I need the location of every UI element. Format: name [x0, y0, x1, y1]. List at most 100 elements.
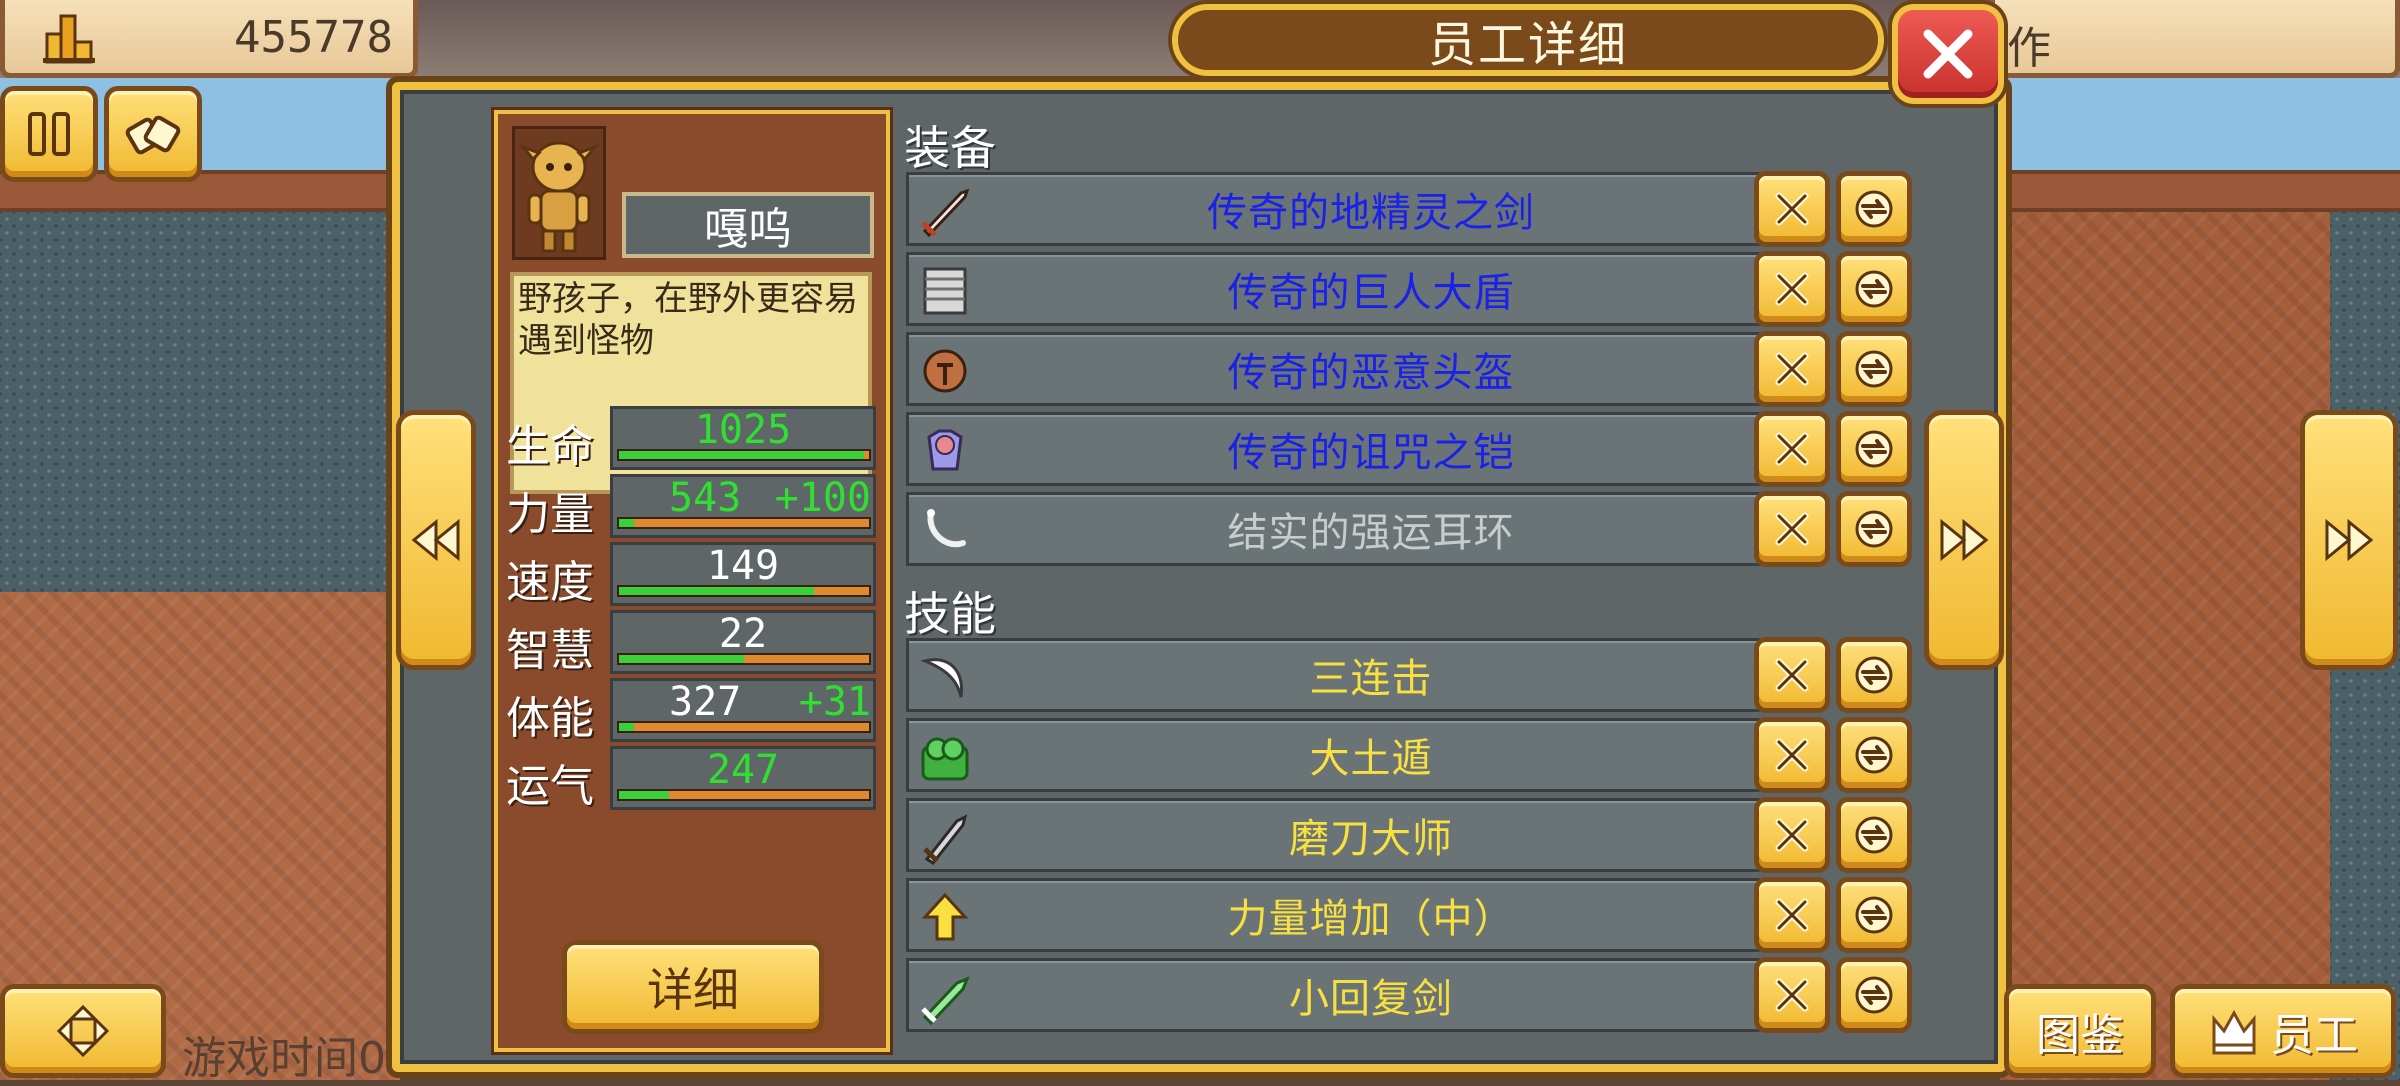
detail-button[interactable]: 详细 [562, 940, 824, 1034]
coins-amount: 455778 [234, 12, 393, 63]
top-right-bar: 作 [1990, 0, 2400, 78]
character-card: 嘎呜 野孩子，在野外更容易遇到怪物 生命 1025 力量 543 +100 速度 149 智慧… [494, 110, 890, 1052]
item-name: 大土遁 [1309, 736, 1433, 782]
stat-bonus: +31 [798, 679, 871, 725]
stat-row: 力量 543 +100 [506, 474, 886, 540]
cross-icon [1775, 818, 1809, 852]
encyclopedia-tab-label: 图鉴 [2036, 1010, 2124, 1061]
cards-icon [125, 115, 181, 155]
item-name: 传奇的诅咒之铠 [1227, 430, 1515, 476]
unequip-button[interactable] [1754, 877, 1830, 953]
dirt-ledge-right [2000, 170, 2400, 212]
skill-row[interactable]: 磨刀大师 [906, 798, 1760, 872]
coins-bar: 455778 [0, 0, 418, 78]
skill-row[interactable]: 力量增加（中） [906, 878, 1760, 952]
character-sprite-icon [518, 141, 600, 253]
triple-strike-icon [920, 658, 964, 698]
character-name-box: 嘎呜 [622, 192, 874, 258]
heal-sword-icon [921, 976, 970, 1025]
move-icon [56, 1004, 110, 1058]
swap-icon [1855, 350, 1893, 388]
cross-icon [1775, 898, 1809, 932]
encyclopedia-tab[interactable]: 图鉴 [2004, 984, 2156, 1078]
swap-button[interactable] [1836, 411, 1912, 487]
unequip-button[interactable] [1754, 957, 1830, 1033]
stat-label: 运气 [506, 761, 594, 812]
sword-icon [921, 188, 970, 238]
equipment-row[interactable]: 传奇的诅咒之铠 [906, 412, 1760, 486]
swap-icon [1855, 430, 1893, 468]
unequip-button[interactable] [1754, 331, 1830, 407]
stat-box: 22 [610, 610, 876, 674]
swap-button[interactable] [1836, 251, 1912, 327]
character-portrait [512, 126, 606, 260]
item-name: 结实的强运耳环 [1227, 510, 1515, 556]
swap-button[interactable] [1836, 877, 1912, 953]
unequip-button[interactable] [1754, 637, 1830, 713]
unequip-button[interactable] [1754, 411, 1830, 487]
speed-button[interactable] [104, 86, 202, 182]
stat-box: 247 [610, 746, 876, 810]
skill-row[interactable]: 三连击 [906, 638, 1760, 712]
item-name: 三连击 [1309, 656, 1433, 702]
swap-button[interactable] [1836, 637, 1912, 713]
skill-row[interactable]: 大土遁 [906, 718, 1760, 792]
stat-value: 1025 [694, 407, 792, 453]
armor-icon [927, 429, 963, 471]
stat-value: 149 [706, 543, 780, 589]
equipment-title: 装备 [904, 121, 996, 175]
cross-icon [1775, 352, 1809, 386]
double-right-arrow-icon [2325, 518, 2374, 562]
previous-employee-button[interactable] [396, 410, 476, 670]
unequip-button[interactable] [1754, 251, 1830, 327]
swap-button[interactable] [1836, 957, 1912, 1033]
stat-bar-fill [619, 519, 634, 527]
unequip-button[interactable] [1754, 797, 1830, 873]
top-right-label: 作 [2007, 23, 2051, 74]
map-button[interactable] [0, 984, 166, 1078]
skill-row[interactable]: 小回复剑 [906, 958, 1760, 1032]
item-name: 传奇的恶意头盔 [1227, 350, 1515, 396]
stat-bar [617, 721, 871, 733]
equipment-row[interactable]: 结实的强运耳环 [906, 492, 1760, 566]
equipment-row[interactable]: 传奇的恶意头盔 [906, 332, 1760, 406]
next-employee-button[interactable] [1924, 410, 2004, 670]
stat-bar-fill [619, 587, 814, 595]
pause-button[interactable] [0, 86, 98, 182]
stat-value: 247 [706, 747, 780, 793]
cross-icon [1775, 658, 1809, 692]
stat-bar [617, 517, 871, 529]
unequip-button[interactable] [1754, 171, 1830, 247]
swap-button[interactable] [1836, 717, 1912, 793]
swap-button[interactable] [1836, 797, 1912, 873]
dialog-title: 员工详细 [1172, 4, 1884, 76]
swap-button[interactable] [1836, 491, 1912, 567]
stat-row: 智慧 22 [506, 610, 886, 676]
stat-bonus: +100 [774, 475, 871, 521]
swap-button[interactable] [1836, 171, 1912, 247]
staff-tab[interactable]: 员工 [2170, 984, 2396, 1078]
double-left-arrow-icon [411, 518, 460, 562]
close-button[interactable] [1892, 4, 2004, 104]
stat-bar [617, 585, 871, 597]
stat-bar-fill [619, 723, 634, 731]
swap-button[interactable] [1836, 331, 1912, 407]
item-name: 力量增加（中） [1227, 896, 1515, 942]
world-next-button[interactable] [2300, 410, 2398, 670]
unequip-button[interactable] [1754, 717, 1830, 793]
swap-icon [1855, 270, 1893, 308]
stat-box: 327 +31 [610, 678, 876, 742]
crown-icon [2212, 1009, 2256, 1055]
equipment-row[interactable]: 传奇的巨人大盾 [906, 252, 1760, 326]
skills-title: 技能 [904, 587, 996, 641]
cross-icon [1775, 432, 1809, 466]
unequip-button[interactable] [1754, 491, 1830, 567]
cross-icon [1775, 192, 1809, 226]
staff-tab-label: 员工 [2270, 1010, 2358, 1061]
cross-icon [1775, 512, 1809, 546]
swap-icon [1855, 816, 1893, 854]
pause-icon [28, 112, 70, 156]
stat-bar [617, 449, 871, 461]
game-time: 游戏时间0 [182, 1033, 386, 1084]
equipment-row[interactable]: 传奇的地精灵之剑 [906, 172, 1760, 246]
